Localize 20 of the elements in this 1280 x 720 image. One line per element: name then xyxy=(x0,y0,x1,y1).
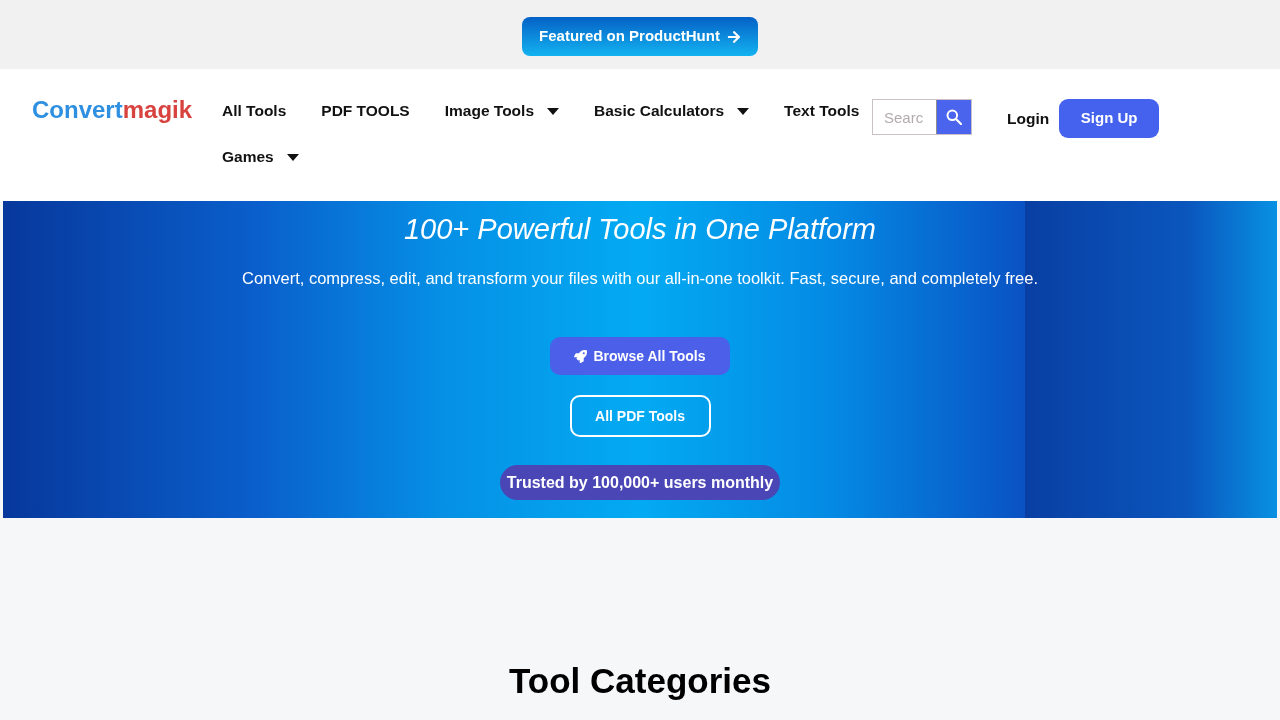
search-field[interactable]: Searc xyxy=(872,99,972,135)
producthunt-button[interactable]: Featured on ProductHunt xyxy=(522,17,758,56)
hero-subtitle: Convert, compress, edit, and transform your files with our all-in-one toolkit. Fast, secure, and completely free. xyxy=(242,268,1038,289)
rocket-icon xyxy=(574,349,588,363)
browse-tools-button[interactable]: Browse All Tools xyxy=(550,337,730,375)
search-button[interactable] xyxy=(936,100,971,134)
nav-link[interactable]: Games xyxy=(222,145,299,169)
nav-link[interactable]: All Tools xyxy=(222,99,287,123)
nav-link[interactable]: PDF TOOLS xyxy=(321,99,410,123)
nav-link[interactable]: Text Tools xyxy=(784,99,860,123)
nav-link[interactable]: Image Tools xyxy=(444,99,559,123)
hero-title: 100+ Powerful Tools in One Platform xyxy=(403,212,876,247)
arrow-right-icon xyxy=(726,29,741,44)
search-icon xyxy=(946,109,962,125)
signup-button[interactable]: Sign Up xyxy=(1059,99,1160,138)
section-heading: Tool Categories xyxy=(509,660,771,702)
trust-badge: Trusted by 100,000+ users monthly xyxy=(500,465,780,500)
nav-link[interactable]: Basic Calculators xyxy=(594,99,750,123)
login-link[interactable]: Login xyxy=(1007,99,1050,138)
brand-logo[interactable]: Convertmagik xyxy=(32,95,193,125)
